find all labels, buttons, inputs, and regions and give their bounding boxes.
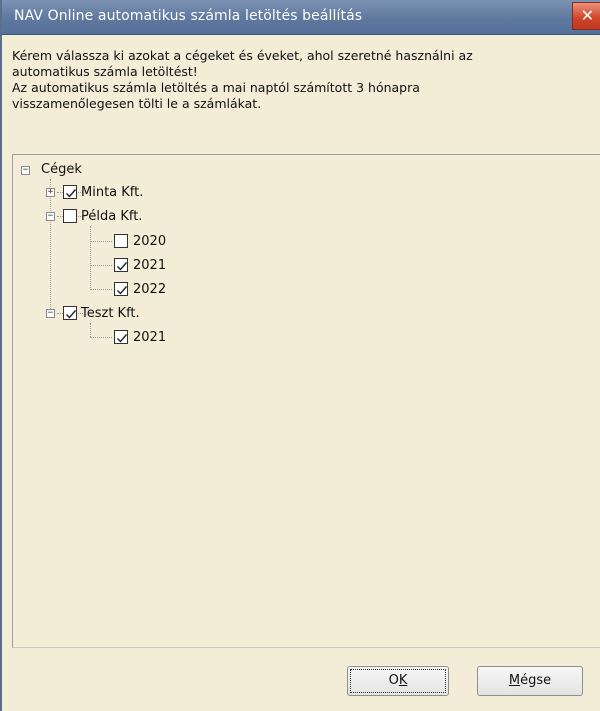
collapse-icon[interactable]: − [21, 166, 30, 175]
checkmark-icon [117, 286, 128, 295]
instruction-line: automatikus számla letöltést! [12, 64, 198, 79]
tree-node-year[interactable]: 2021 [13, 329, 193, 347]
instructions-text: Kérem válassza ki azokat a cégeket és év… [12, 48, 582, 112]
tree-node-label: Cégek [41, 162, 82, 177]
instruction-line: Az automatikus számla letöltés a mai nap… [12, 80, 420, 95]
tree-node-label: Minta Kft. [81, 185, 144, 200]
checkbox-checked[interactable] [114, 258, 128, 272]
instruction-line: Kérem válassza ki azokat a cégeket és év… [12, 48, 473, 63]
checkmark-icon [66, 310, 77, 319]
collapse-icon[interactable]: − [46, 309, 55, 318]
tree-node-label: Teszt Kft. [81, 306, 140, 321]
tree-node-label: 2021 [133, 330, 167, 345]
tree-node-label: 2020 [133, 234, 167, 249]
tree-node-year[interactable]: 2020 [13, 233, 193, 251]
checkmark-icon [66, 189, 77, 198]
tree-node-year[interactable]: 2021 [13, 257, 193, 275]
checkbox-checked[interactable] [63, 306, 77, 320]
tree-node-label: Példa Kft. [81, 209, 143, 224]
tree-node-root[interactable]: − Cégek [13, 161, 133, 179]
ok-button[interactable]: OK [347, 666, 449, 696]
dialog-window: NAV Online automatikus számla letöltés b… [0, 0, 600, 711]
mnemonic-letter: M [508, 673, 521, 688]
tree-node-label: 2022 [133, 282, 167, 297]
ok-label-text: OK [388, 673, 408, 688]
tree-node-company[interactable]: + Minta Kft. [13, 184, 193, 202]
close-icon: ✕ [580, 6, 595, 25]
checkbox-checked[interactable] [63, 185, 77, 199]
close-button[interactable]: ✕ [572, 2, 600, 30]
mnemonic-letter: K [398, 673, 408, 688]
title-bar[interactable]: NAV Online automatikus számla letöltés b… [2, 0, 600, 35]
checkbox-checked[interactable] [114, 282, 128, 296]
checkbox-checked[interactable] [114, 330, 128, 344]
checkbox-unchecked[interactable] [114, 234, 128, 248]
cancel-button-label: Mégse [508, 673, 552, 688]
window-title: NAV Online automatikus számla letöltés b… [14, 8, 363, 24]
tree-node-label: 2021 [133, 258, 167, 273]
instruction-line: visszamenőlegesen tölti le a számlákat. [12, 96, 262, 111]
checkmark-icon [117, 262, 128, 271]
company-year-tree[interactable]: − Cégek + Minta Kft. − Példa Kft. 2020 2… [12, 154, 600, 648]
cancel-button[interactable]: Mégse [477, 666, 583, 696]
collapse-icon[interactable]: − [46, 212, 55, 221]
tree-node-year[interactable]: 2022 [13, 281, 193, 299]
ok-button-label: OK [389, 673, 408, 688]
tree-node-company[interactable]: − Példa Kft. [13, 208, 193, 226]
checkbox-unchecked[interactable] [63, 209, 77, 223]
checkmark-icon [117, 334, 128, 343]
expand-icon[interactable]: + [46, 188, 55, 197]
tree-node-company[interactable]: − Teszt Kft. [13, 305, 193, 323]
